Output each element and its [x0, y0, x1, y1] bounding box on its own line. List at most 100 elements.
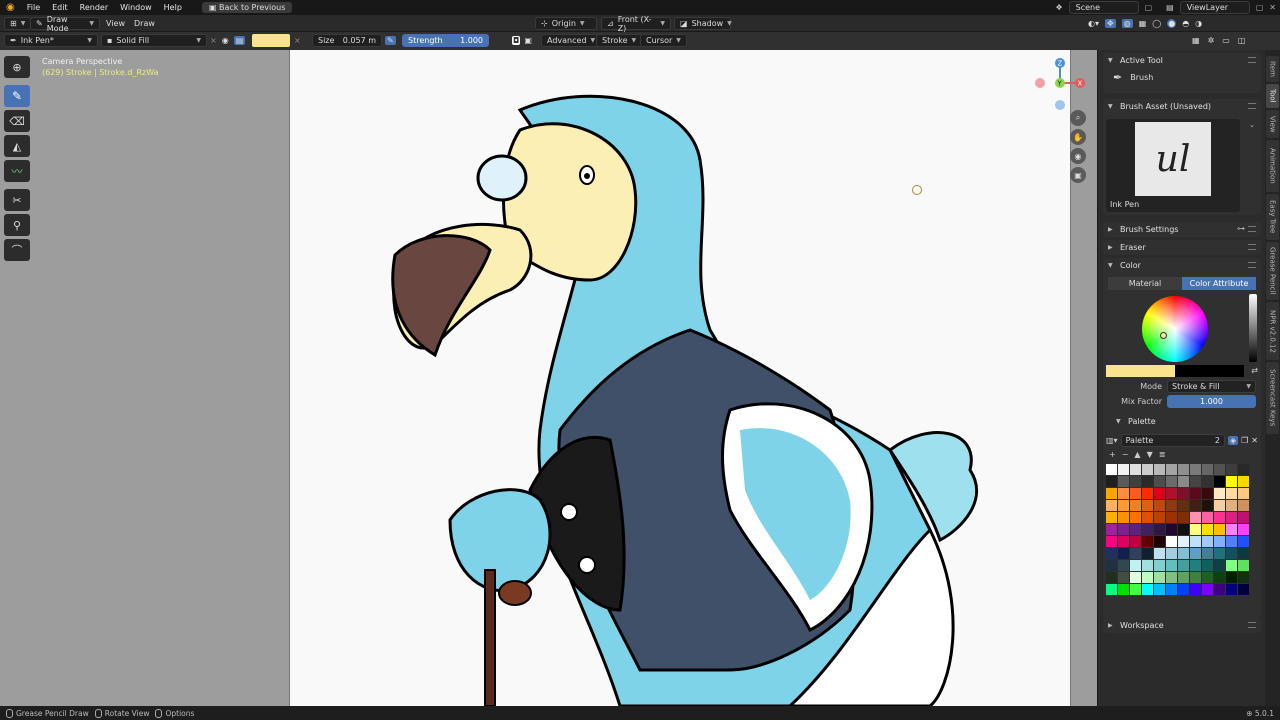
snap-icon[interactable]: ✲: [1208, 36, 1215, 45]
palette-swatch[interactable]: [1118, 536, 1129, 547]
scene-browse-icon[interactable]: ▢: [1145, 3, 1153, 12]
palette-swatch[interactable]: [1142, 524, 1153, 535]
palette-swatch[interactable]: [1190, 512, 1201, 523]
value-slider[interactable]: [1249, 294, 1257, 362]
mix-factor-field[interactable]: 1.000: [1167, 394, 1256, 408]
mode-dropdown[interactable]: ✎ Draw Mode ▼: [30, 15, 100, 33]
palette-swatch[interactable]: [1190, 500, 1201, 511]
palette-swatch[interactable]: [1154, 560, 1165, 571]
3d-viewport[interactable]: ⊕ ✎ ⌫ ◭ 〰 ✂ ⚲ ⌒ Camera Perspective (629)…: [0, 50, 1097, 706]
palette-swatch[interactable]: [1214, 584, 1225, 595]
shading-material-icon[interactable]: ◓: [1182, 19, 1189, 28]
tab-animation[interactable]: Animation: [1266, 140, 1279, 192]
palette-swatch[interactable]: [1214, 464, 1225, 475]
palette-swatch[interactable]: [1190, 536, 1201, 547]
view-dropdown[interactable]: ⊿ Front (X-Z) ▼: [601, 15, 671, 33]
palette-swatch[interactable]: [1202, 524, 1213, 535]
strength-field[interactable]: Strength 1.000: [402, 34, 489, 47]
palette-swatch[interactable]: [1238, 464, 1249, 475]
tool-fill[interactable]: ◭: [4, 135, 30, 157]
palette-swatch[interactable]: [1190, 524, 1201, 535]
palette-swatch[interactable]: [1178, 524, 1189, 535]
palette-swatch[interactable]: [1106, 512, 1117, 523]
mode-dropdown[interactable]: Stroke & Fill ▼: [1167, 379, 1256, 393]
palette-swatch[interactable]: [1202, 560, 1213, 571]
palette-swatch[interactable]: [1190, 476, 1201, 487]
vertex-color-icon[interactable]: ▤: [233, 36, 246, 45]
brush-dropdown[interactable]: ✒ Ink Pen* ▼: [4, 34, 98, 47]
close-icon[interactable]: ✕: [1269, 3, 1276, 12]
palette-swatch[interactable]: [1106, 560, 1117, 571]
palette-swatch[interactable]: [1166, 500, 1177, 511]
lock-icon[interactable]: ▣: [1070, 167, 1086, 183]
tab-view[interactable]: View: [1266, 110, 1279, 138]
palette-swatch[interactable]: [1154, 572, 1165, 583]
menu-file[interactable]: File: [21, 3, 46, 12]
palette-swatch[interactable]: [1226, 572, 1237, 583]
viewlayer-field[interactable]: ViewLayer: [1179, 1, 1250, 14]
palette-swatch[interactable]: [1202, 476, 1213, 487]
palette-swatch[interactable]: [1106, 524, 1117, 535]
add-color-icon[interactable]: +: [1109, 450, 1116, 459]
palette-swatch[interactable]: [1166, 512, 1177, 523]
palette-swatch[interactable]: [1142, 536, 1153, 547]
palette-swatch[interactable]: [1166, 584, 1177, 595]
menu-window[interactable]: Window: [114, 3, 158, 12]
size-pressure-icon[interactable]: ✎: [385, 34, 396, 47]
brush-color-swatch[interactable]: [252, 34, 290, 47]
fill-mode-dropdown[interactable]: ▪ Solid Fill ▼: [101, 34, 207, 47]
palette-swatch[interactable]: [1142, 584, 1153, 595]
tool-erase[interactable]: ⌫: [4, 110, 30, 132]
palette-swatch[interactable]: [1238, 476, 1249, 487]
palette-swatch[interactable]: [1178, 560, 1189, 571]
menu-edit[interactable]: Edit: [46, 3, 74, 12]
palette-swatch[interactable]: [1106, 548, 1117, 559]
gizmo-toggle-icon[interactable]: ✥: [1105, 19, 1116, 28]
palette-browse-icon[interactable]: ▥▾: [1106, 436, 1118, 445]
palette-swatch[interactable]: [1190, 584, 1201, 595]
palette-swatch[interactable]: [1190, 572, 1201, 583]
material-mode-icon[interactable]: ◉: [222, 36, 229, 45]
palette-swatch[interactable]: [1238, 512, 1249, 523]
layout-icon[interactable]: ▦: [1192, 36, 1200, 45]
back-to-previous-button[interactable]: ▣ Back to Previous: [201, 2, 293, 13]
palette-swatch[interactable]: [1118, 500, 1129, 511]
palette-swatch[interactable]: [1238, 584, 1249, 595]
viewport-icon[interactable]: ▭: [1222, 36, 1230, 45]
color-header[interactable]: ▼ Color: [1103, 258, 1261, 273]
cursor-dropdown[interactable]: Cursor ▼: [640, 34, 687, 47]
palette-swatch[interactable]: [1238, 572, 1249, 583]
camera-frame[interactable]: [289, 50, 1071, 706]
palette-swatch[interactable]: [1178, 584, 1189, 595]
palette-swatch[interactable]: [1166, 476, 1177, 487]
tool-line[interactable]: 〰: [4, 160, 30, 182]
palette-swatch[interactable]: [1178, 488, 1189, 499]
palette-swatch[interactable]: [1226, 512, 1237, 523]
palette-swatch[interactable]: [1190, 464, 1201, 475]
sort-icon[interactable]: ≣: [1159, 450, 1166, 459]
palette-swatch[interactable]: [1214, 560, 1225, 571]
navigation-gizmo[interactable]: Z X Y: [1033, 55, 1089, 115]
tool-cursor[interactable]: ⊕: [4, 56, 30, 78]
palette-swatch[interactable]: [1238, 536, 1249, 547]
palette-swatch[interactable]: [1106, 584, 1117, 595]
palette-swatch[interactable]: [1190, 548, 1201, 559]
menu-draw[interactable]: Draw: [134, 17, 155, 30]
zoom-icon[interactable]: ⌕: [1070, 110, 1086, 126]
tab-color-attribute[interactable]: Color Attribute: [1182, 277, 1256, 290]
palette-swatch[interactable]: [1214, 548, 1225, 559]
brush-asset-header[interactable]: ▼ Brush Asset (Unsaved): [1103, 99, 1261, 114]
palette-swatch[interactable]: [1178, 512, 1189, 523]
palette-swatch[interactable]: [1202, 488, 1213, 499]
tab-grease-pencil[interactable]: Grease Pencil: [1266, 242, 1279, 300]
swap-icon[interactable]: ⨯: [294, 34, 301, 47]
palette-swatch[interactable]: [1214, 476, 1225, 487]
palette-swatch[interactable]: [1226, 584, 1237, 595]
menu-render[interactable]: Render: [74, 3, 114, 12]
palette-swatch[interactable]: [1130, 512, 1141, 523]
palette-swatch[interactable]: [1142, 572, 1153, 583]
palette-swatch[interactable]: [1154, 536, 1165, 547]
palette-swatch[interactable]: [1154, 500, 1165, 511]
palette-swatch[interactable]: [1226, 536, 1237, 547]
palette-swatch[interactable]: [1106, 572, 1117, 583]
